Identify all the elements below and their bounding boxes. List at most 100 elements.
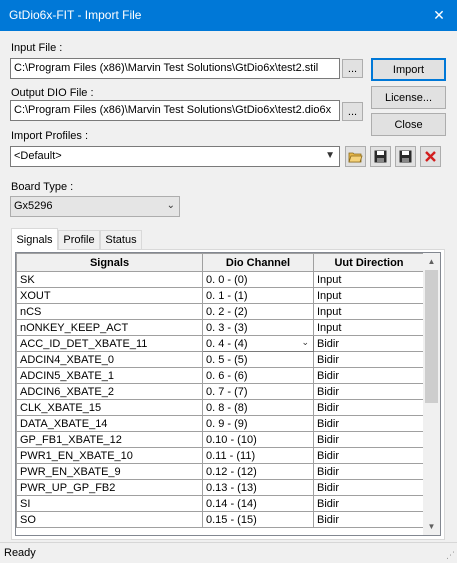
uut-direction-cell[interactable]: Bidir <box>313 479 425 496</box>
signal-cell-text: ADCIN5_XBATE_1 <box>20 369 114 382</box>
signal-cell[interactable]: ADCIN4_XBATE_0 <box>16 351 203 368</box>
signal-cell[interactable]: ADCIN5_XBATE_1 <box>16 367 203 384</box>
dio-channel-cell-text: 0. 8 - (8) <box>206 401 248 414</box>
column-header-uut-direction[interactable]: Uut Direction <box>313 253 425 272</box>
scrollbar-thumb[interactable] <box>425 270 438 403</box>
close-icon[interactable]: ✕ <box>421 0 457 31</box>
signal-cell[interactable]: SI <box>16 495 203 512</box>
table-row[interactable]: ACC_ID_DET_XBATE_11 0. 4 - (4) ⌄ Bidir <box>16 335 425 352</box>
dio-channel-cell[interactable]: 0. 0 - (0) <box>202 271 314 288</box>
dio-channel-cell[interactable]: 0. 3 - (3) <box>202 319 314 336</box>
dio-channel-cell[interactable]: 0.10 - (10) <box>202 431 314 448</box>
uut-direction-cell[interactable]: Input <box>313 303 425 320</box>
uut-direction-cell[interactable]: Bidir <box>313 383 425 400</box>
signal-cell[interactable]: SK <box>16 271 203 288</box>
tab-status[interactable]: Status <box>100 230 142 249</box>
table-row[interactable]: XOUT 0. 1 - (1) Input <box>16 287 425 304</box>
signal-cell[interactable]: ADCIN6_XBATE_2 <box>16 383 203 400</box>
license-button[interactable]: License... <box>371 86 446 109</box>
signal-cell[interactable]: PWR1_EN_XBATE_10 <box>16 447 203 464</box>
save-icon[interactable] <box>370 146 391 167</box>
table-row[interactable]: nONKEY_KEEP_ACT 0. 3 - (3) Input <box>16 319 425 336</box>
output-file-field[interactable]: C:\Program Files (x86)\Marvin Test Solut… <box>10 100 340 121</box>
signal-cell[interactable]: CLK_XBATE_15 <box>16 399 203 416</box>
dio-channel-cell[interactable]: 0. 7 - (7) <box>202 383 314 400</box>
delete-icon[interactable] <box>420 146 441 167</box>
signal-cell-text: SO <box>20 513 36 526</box>
uut-direction-cell[interactable]: Input <box>313 319 425 336</box>
dio-channel-cell[interactable]: 0.13 - (13) <box>202 479 314 496</box>
scroll-up-icon[interactable]: ▲ <box>423 253 440 270</box>
table-row[interactable]: GP_FB1_XBATE_12 0.10 - (10) Bidir <box>16 431 425 448</box>
close-button[interactable]: Close <box>371 113 446 136</box>
uut-direction-cell[interactable]: Bidir <box>313 399 425 416</box>
uut-direction-cell-text: Bidir <box>317 465 340 478</box>
table-row[interactable]: PWR_EN_XBATE_9 0.12 - (12) Bidir <box>16 463 425 480</box>
uut-direction-cell[interactable]: Bidir <box>313 415 425 432</box>
scroll-down-icon[interactable]: ▼ <box>423 518 440 535</box>
uut-direction-cell[interactable]: Input <box>313 271 425 288</box>
uut-direction-cell[interactable]: Bidir <box>313 495 425 512</box>
table-row[interactable]: ADCIN5_XBATE_1 0. 6 - (6) Bidir <box>16 367 425 384</box>
column-header-dio-channel[interactable]: Dio Channel <box>202 253 314 272</box>
table-row[interactable]: SK 0. 0 - (0) Input <box>16 271 425 288</box>
dio-channel-cell[interactable]: 0.14 - (14) <box>202 495 314 512</box>
signal-cell[interactable]: nCS <box>16 303 203 320</box>
table-row[interactable]: PWR1_EN_XBATE_10 0.11 - (11) Bidir <box>16 447 425 464</box>
dio-channel-cell[interactable]: 0. 6 - (6) <box>202 367 314 384</box>
save-as-icon[interactable] <box>395 146 416 167</box>
dio-channel-cell[interactable]: 0. 2 - (2) <box>202 303 314 320</box>
tab-profile[interactable]: Profile <box>58 230 100 249</box>
resize-grip-icon[interactable]: ⋰ <box>446 550 455 561</box>
signal-cell[interactable]: ACC_ID_DET_XBATE_11 <box>16 335 203 352</box>
uut-direction-cell-text: Bidir <box>317 385 340 398</box>
vertical-scrollbar[interactable]: ▲ ▼ <box>423 253 440 535</box>
uut-direction-cell[interactable]: Bidir <box>313 431 425 448</box>
signal-cell[interactable]: SO <box>16 511 203 528</box>
uut-direction-cell[interactable]: Bidir <box>313 447 425 464</box>
uut-direction-cell[interactable]: Bidir <box>313 511 425 528</box>
table-header-row: Signals Dio Channel Uut Direction <box>16 253 425 272</box>
uut-direction-cell[interactable]: Bidir <box>313 351 425 368</box>
uut-direction-cell-text: Input <box>317 321 342 334</box>
dio-channel-cell[interactable]: 0. 8 - (8) <box>202 399 314 416</box>
uut-direction-cell[interactable]: Bidir <box>313 335 425 352</box>
table-row[interactable]: CLK_XBATE_15 0. 8 - (8) Bidir <box>16 399 425 416</box>
board-type-select[interactable]: Gx5296 ⌄ <box>10 196 180 217</box>
uut-direction-cell[interactable]: Bidir <box>313 463 425 480</box>
signal-cell[interactable]: GP_FB1_XBATE_12 <box>16 431 203 448</box>
dio-channel-cell[interactable]: 0.11 - (11) <box>202 447 314 464</box>
table-row[interactable]: ADCIN4_XBATE_0 0. 5 - (5) Bidir <box>16 351 425 368</box>
input-file-field[interactable]: C:\Program Files (x86)\Marvin Test Solut… <box>10 58 340 79</box>
signal-cell[interactable]: XOUT <box>16 287 203 304</box>
table-row[interactable]: SO 0.15 - (15) Bidir <box>16 511 425 528</box>
output-file-label: Output DIO File : <box>11 87 94 99</box>
table-row[interactable]: PWR_UP_GP_FB2 0.13 - (13) Bidir <box>16 479 425 496</box>
open-folder-icon[interactable] <box>345 146 366 167</box>
column-header-signals[interactable]: Signals <box>16 253 203 272</box>
table-row[interactable]: SI 0.14 - (14) Bidir <box>16 495 425 512</box>
dio-channel-cell-text: 0.12 - (12) <box>206 465 257 478</box>
signal-cell[interactable]: nONKEY_KEEP_ACT <box>16 319 203 336</box>
uut-direction-cell-text: Bidir <box>317 449 340 462</box>
dio-channel-cell[interactable]: 0. 5 - (5) <box>202 351 314 368</box>
dio-channel-cell[interactable]: 0. 9 - (9) <box>202 415 314 432</box>
output-file-browse-button[interactable]: ... <box>342 102 363 121</box>
signal-cell[interactable]: PWR_EN_XBATE_9 <box>16 463 203 480</box>
signal-cell[interactable]: DATA_XBATE_14 <box>16 415 203 432</box>
uut-direction-cell[interactable]: Bidir <box>313 367 425 384</box>
uut-direction-cell[interactable]: Input <box>313 287 425 304</box>
table-row[interactable]: DATA_XBATE_14 0. 9 - (9) Bidir <box>16 415 425 432</box>
dio-channel-cell[interactable]: 0.12 - (12) <box>202 463 314 480</box>
import-button[interactable]: Import <box>371 58 446 81</box>
table-row[interactable]: ADCIN6_XBATE_2 0. 7 - (7) Bidir <box>16 383 425 400</box>
dio-channel-cell[interactable]: 0. 1 - (1) <box>202 287 314 304</box>
dio-channel-cell[interactable]: 0.15 - (15) <box>202 511 314 528</box>
table-row[interactable]: nCS 0. 2 - (2) Input <box>16 303 425 320</box>
import-profiles-select[interactable]: <Default> ▼ <box>10 146 340 167</box>
signal-cell[interactable]: PWR_UP_GP_FB2 <box>16 479 203 496</box>
tab-signals[interactable]: Signals <box>11 228 58 250</box>
input-file-browse-button[interactable]: ... <box>342 59 363 78</box>
dio-channel-cell[interactable]: 0. 4 - (4) ⌄ <box>202 335 314 352</box>
chevron-down-icon[interactable]: ⌄ <box>301 337 309 348</box>
